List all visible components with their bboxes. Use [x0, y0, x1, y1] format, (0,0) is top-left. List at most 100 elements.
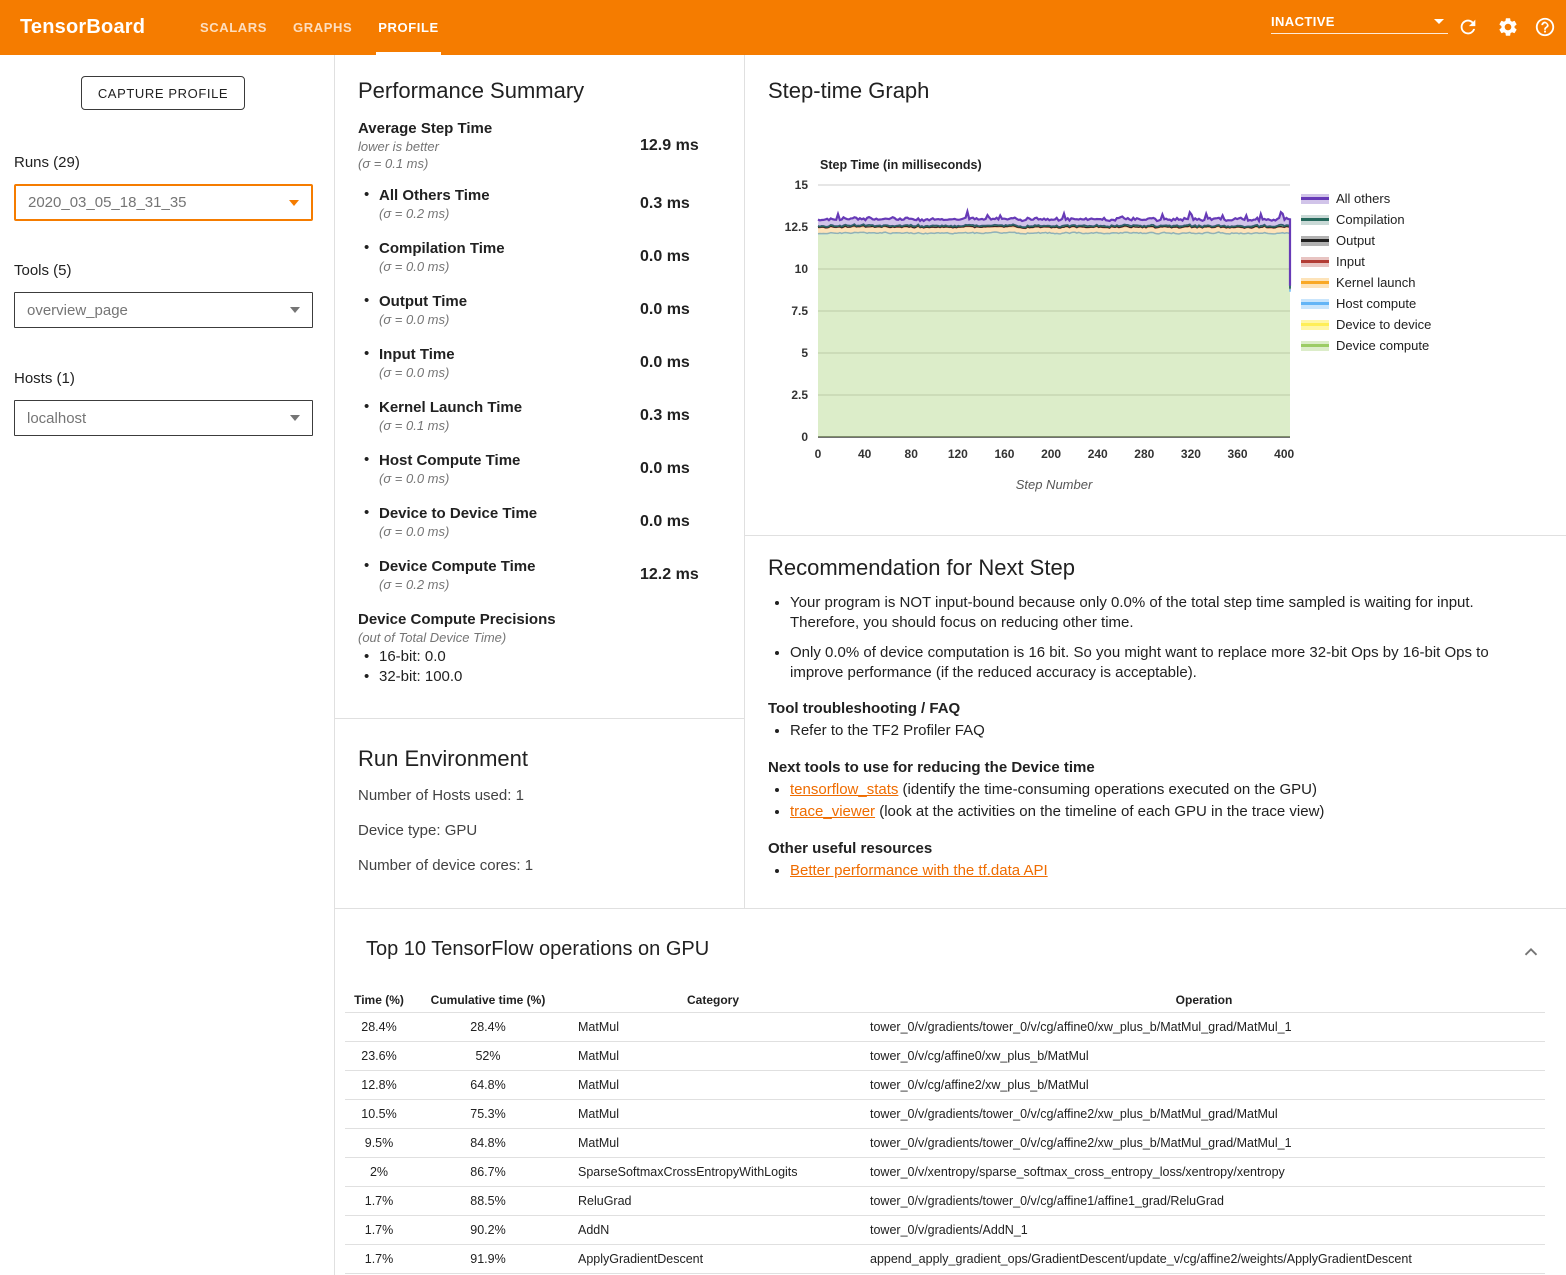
precision-item: •16-bit: 0.0 [358, 647, 730, 667]
column-header: Time (%) [345, 988, 413, 1012]
performance-items: •All Others Time(σ = 0.2 ms)0.3 ms•Compi… [358, 186, 730, 593]
bullet: • [364, 292, 369, 309]
run-environment-line: Device type: GPU [358, 821, 730, 840]
legend-item-input[interactable]: Input [1301, 251, 1431, 272]
legend-swatch [1301, 320, 1329, 330]
legend-label: Output [1336, 233, 1375, 248]
perf-runenv-divider [335, 718, 744, 719]
table-row: 10.5%75.3%MatMultower_0/v/gradients/towe… [345, 1099, 1545, 1128]
table-row: 1.7%90.2%AddNtower_0/v/gradients/AddN_1 [345, 1215, 1545, 1244]
capture-profile-button[interactable]: CAPTURE PROFILE [81, 76, 245, 110]
tab-profile[interactable]: PROFILE [378, 0, 439, 55]
tools-dropdown[interactable]: overview_page [14, 292, 313, 328]
step-time-graph-title: Step-time Graph [768, 78, 929, 104]
recommendation-body: Your program is NOT input-bound because … [768, 593, 1546, 880]
legend-label: Kernel launch [1336, 275, 1416, 290]
bullet: • [364, 345, 369, 362]
status-dropdown[interactable]: INACTIVE [1271, 10, 1448, 34]
tensorflow-stats-link[interactable]: tensorflow_stats [790, 781, 898, 798]
perf-item: •Compilation Time(σ = 0.0 ms)0.0 ms [358, 239, 730, 275]
chevron-down-icon [1434, 19, 1444, 24]
chevron-down-icon [289, 200, 299, 206]
run-environment-line: Number of device cores: 1 [358, 856, 730, 875]
table-row: 2%86.7%SparseSoftmaxCrossEntropyWithLogi… [345, 1157, 1545, 1186]
better-performance-with-the-tf-data-api-link[interactable]: Better performance with the tf.data API [790, 862, 1048, 879]
bullet: • [364, 557, 369, 574]
legend-label: Compilation [1336, 212, 1405, 227]
svg-text:360: 360 [1228, 447, 1248, 461]
legend-label: Host compute [1336, 296, 1416, 311]
top-ops-table: Time (%)Cumulative time (%)CategoryOpera… [345, 988, 1545, 1274]
recommendation-bullet: Only 0.0% of device computation is 16 bi… [790, 643, 1546, 682]
svg-text:280: 280 [1134, 447, 1154, 461]
svg-text:7.5: 7.5 [791, 304, 808, 318]
recommendation-title: Recommendation for Next Step [768, 555, 1546, 581]
recommendation-item: trace_viewer (look at the activities on … [790, 802, 1546, 822]
svg-text:5: 5 [801, 346, 808, 360]
recommendation-section: Recommendation for Next Step Your progra… [768, 555, 1546, 883]
top-ops-title: Top 10 TensorFlow operations on GPU [366, 938, 709, 961]
tab-graphs[interactable]: GRAPHS [293, 0, 352, 55]
svg-text:400: 400 [1274, 447, 1294, 461]
step-time-chart[interactable]: 02.557.51012.515040801201602002402803203… [760, 148, 1566, 508]
graph-rec-divider [745, 535, 1566, 536]
gear-icon[interactable] [1497, 16, 1519, 38]
runs-label: Runs (29) [14, 154, 80, 171]
tools-dropdown-value: overview_page [27, 302, 128, 319]
hosts-dropdown[interactable]: localhost [14, 400, 313, 436]
table-row: 1.7%91.9%ApplyGradientDescentappend_appl… [345, 1244, 1545, 1273]
svg-text:12.5: 12.5 [785, 220, 809, 234]
svg-text:240: 240 [1088, 447, 1108, 461]
legend-label: Device to device [1336, 317, 1431, 332]
bullet: • [364, 186, 369, 203]
average-step-time: Average Step Time lower is better (σ = 0… [358, 119, 730, 172]
recommendation-subheading: Next tools to use for reducing the Devic… [768, 758, 1546, 777]
tab-scalars[interactable]: SCALARS [200, 0, 267, 55]
precisions-title: Device Compute Precisions [358, 610, 730, 629]
perf-item: •Output Time(σ = 0.0 ms)0.0 ms [358, 292, 730, 328]
legend-label: Device compute [1336, 338, 1429, 353]
performance-summary-title: Performance Summary [358, 78, 730, 104]
recommendation-item: Better performance with the tf.data API [790, 861, 1546, 881]
table-row: 12.8%64.8%MatMultower_0/v/cg/affine2/xw_… [345, 1070, 1545, 1099]
svg-text:200: 200 [1041, 447, 1061, 461]
hosts-label: Hosts (1) [14, 370, 75, 387]
column-header: Cumulative time (%) [413, 988, 563, 1012]
bullet: • [364, 398, 369, 415]
legend-item-compilation[interactable]: Compilation [1301, 209, 1431, 230]
tensorboard-profile-page: TensorBoard SCALARSGRAPHSPROFILE INACTIV… [0, 0, 1566, 1275]
legend-item-device-to-device[interactable]: Device to device [1301, 314, 1431, 335]
help-icon[interactable] [1534, 16, 1556, 38]
perf-item: •Host Compute Time(σ = 0.0 ms)0.0 ms [358, 451, 730, 487]
run-environment-line: Number of Hosts used: 1 [358, 786, 730, 805]
refresh-icon[interactable] [1457, 16, 1479, 38]
legend-item-device-compute[interactable]: Device compute [1301, 335, 1431, 356]
recommendation-subheading: Other useful resources [768, 839, 1546, 858]
runs-dropdown[interactable]: 2020_03_05_18_31_35 [14, 184, 313, 221]
status-dropdown-value: INACTIVE [1271, 14, 1335, 29]
legend-swatch [1301, 194, 1329, 204]
collapse-chevron-up-icon[interactable] [1520, 942, 1542, 964]
legend-item-all-others[interactable]: All others [1301, 188, 1431, 209]
device-compute-precisions: Device Compute Precisions (out of Total … [358, 610, 730, 687]
recommendation-item: Refer to the TF2 Profiler FAQ [790, 721, 1546, 741]
svg-text:Step Number: Step Number [1016, 477, 1093, 492]
trace-viewer-link[interactable]: trace_viewer [790, 803, 875, 820]
legend-item-host-compute[interactable]: Host compute [1301, 293, 1431, 314]
legend-label: Input [1336, 254, 1365, 269]
perf-item: •Kernel Launch Time(σ = 0.1 ms)0.3 ms [358, 398, 730, 434]
legend-label: All others [1336, 191, 1390, 206]
svg-text:2.5: 2.5 [791, 388, 808, 402]
svg-text:15: 15 [795, 178, 809, 192]
svg-text:80: 80 [905, 447, 919, 461]
legend-item-kernel-launch[interactable]: Kernel launch [1301, 272, 1431, 293]
legend-swatch [1301, 299, 1329, 309]
legend-swatch [1301, 257, 1329, 267]
recommendation-subheading: Tool troubleshooting / FAQ [768, 699, 1546, 718]
chevron-down-icon [290, 307, 300, 313]
chart-legend: All others Compilation Output Input Kernel l… [1301, 188, 1431, 356]
svg-text:40: 40 [858, 447, 872, 461]
legend-item-output[interactable]: Output [1301, 230, 1431, 251]
precision-item: •32-bit: 100.0 [358, 667, 730, 687]
table-row: 23.6%52%MatMultower_0/v/cg/affine0/xw_pl… [345, 1041, 1545, 1070]
